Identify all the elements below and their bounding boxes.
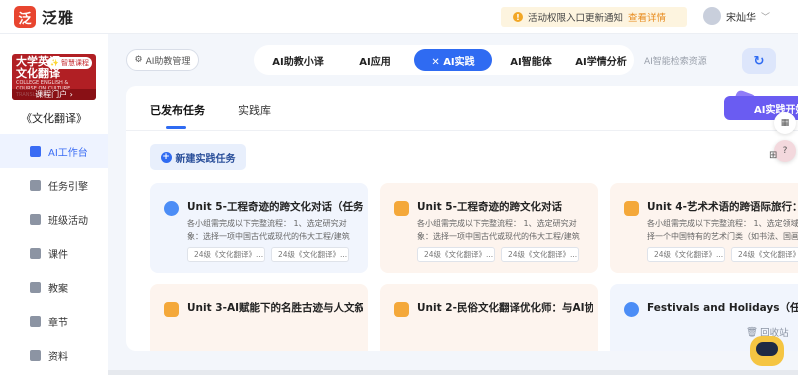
sidebar-item-label: 教案	[48, 283, 68, 295]
app-name: 泛雅	[42, 8, 75, 27]
new-practice-task-button[interactable]: + 新建实践任务	[150, 144, 246, 170]
task-card-title: Unit 2-民俗文化翻译优化师：与AI协...	[417, 302, 593, 314]
ai-workbench-icon	[30, 145, 41, 157]
lesson-plan-icon	[30, 281, 41, 293]
tab-ai-apps[interactable]: AI应用	[340, 49, 410, 71]
notice-text: 活动权限入口更新通知	[528, 13, 624, 24]
search-refresh-icon[interactable]: ↻	[742, 48, 776, 74]
task-card[interactable]: Unit 3-AI赋能下的名胜古迹与人文叙事	[150, 284, 368, 351]
tab-ai-assistant[interactable]: AI助教小译	[260, 49, 336, 71]
sidebar-item-ai-workbench[interactable]: AI工作台	[0, 134, 108, 168]
ai-assistant-manage-button[interactable]: ⚙ AI助教管理	[126, 49, 199, 71]
notice-banner[interactable]: ! 活动权限入口更新通知 查看详情	[501, 7, 687, 27]
task-card[interactable]: Unit 5-工程奇迹的跨文化对话 各小组需完成以下完整流程： 1、选定研究对象…	[380, 183, 598, 273]
apps-icon[interactable]: ▦	[774, 112, 796, 134]
sidebar-item-class-activity[interactable]: 班级活动	[0, 202, 108, 236]
class-tag: 24级《文化翻译》...	[271, 247, 349, 262]
chevron-down-icon: ﹀	[761, 12, 771, 23]
sidebar-item-label: 课件	[48, 249, 68, 261]
sidebar-item-label: AI工作台	[48, 147, 88, 159]
chapters-icon	[30, 315, 41, 327]
class-tag: 24级《文化翻译》...	[731, 247, 798, 262]
course-name: 《文化翻译》	[21, 112, 87, 125]
ai-search-input[interactable]: AI智能检索资源	[640, 49, 740, 71]
info-icon: !	[513, 12, 523, 22]
class-tag: 24级《文化翻译》...	[501, 247, 579, 262]
task-engine-icon	[30, 179, 41, 191]
sidebar-item-label: 章节	[48, 317, 68, 329]
course-portal-link[interactable]: 课程门户 ›	[12, 89, 96, 100]
sidebar-nav: AI工作台 任务引擎 班级活动 课件 教案 章节 资料	[0, 134, 108, 372]
app-logo[interactable]: 泛 泛雅	[14, 6, 74, 28]
chat-icon	[164, 201, 179, 216]
tab-published-tasks[interactable]: 已发布任务	[150, 102, 205, 118]
task-card-title: Festivals and Holidays（任务1）	[647, 302, 798, 314]
sidebar-item-label: 资料	[48, 351, 68, 363]
main-panel: 已发布任务 实践库 + 新建实践任务 Unit 5-工程奇迹的跨文化对话（任务.…	[126, 86, 798, 351]
robot-face	[756, 342, 778, 356]
sidebar-item-chapters[interactable]: 章节	[0, 304, 108, 338]
avatar	[703, 7, 721, 25]
document-icon	[164, 302, 179, 317]
chat-icon	[624, 302, 639, 317]
user-name: 宋灿华	[726, 12, 756, 24]
sidebar-item-task-engine[interactable]: 任务引擎	[0, 168, 108, 202]
class-tag: 24级《文化翻译》...	[417, 247, 495, 262]
task-card-title: Unit 4-艺术术语的跨语际旅行：AI辅...	[647, 201, 798, 213]
settings-icon: ⚙	[134, 55, 143, 65]
task-card-title: Unit 5-工程奇迹的跨文化对话（任务...	[187, 201, 363, 213]
document-icon	[394, 302, 409, 317]
task-card-title: Unit 3-AI赋能下的名胜古迹与人文叙事	[187, 302, 363, 314]
course-cover[interactable]: 大学英语文化翻译 COLLEGE ENGLISH & COURSE ON CUL…	[12, 54, 96, 100]
notice-detail-link[interactable]: 查看详情	[628, 10, 666, 24]
ai-tabs-bar: AI助教小译 AI应用 ✕ AI实践 AI智能体 AI学情分析	[254, 45, 634, 75]
folder-icon	[30, 349, 41, 361]
task-card-desc: 各小组需完成以下完整流程： 1、选定领域：选择一个中国特有的艺术门类（如书法、国…	[647, 219, 798, 241]
document-icon	[624, 201, 639, 216]
divider	[126, 130, 798, 131]
sidebar: 大学英语文化翻译 COLLEGE ENGLISH & COURSE ON CUL…	[0, 34, 108, 375]
task-card[interactable]: Unit 4-艺术术语的跨语际旅行：AI辅... 各小组需完成以下完整流程： 1…	[610, 183, 798, 273]
grid-icon[interactable]: ⊞	[769, 150, 777, 161]
ai-manage-label: AI助教管理	[145, 56, 191, 67]
sidebar-item-lesson-plan[interactable]: 教案	[0, 270, 108, 304]
task-card-desc: 各小组需完成以下完整流程： 1、选定研究对象：选择一项中国古代或现代的伟大工程/…	[187, 219, 350, 241]
tab-practice-library[interactable]: 实践库	[238, 102, 271, 118]
sidebar-item-label: 任务引擎	[48, 181, 88, 193]
task-card-desc: 各小组需完成以下完整流程： 1、选定研究对象：选择一项中国古代或现代的伟大工程/…	[417, 219, 580, 241]
class-activity-icon	[30, 213, 41, 225]
trash-icon: 🗑	[746, 326, 759, 338]
logo-icon: 泛	[14, 6, 36, 28]
class-tag: 24级《文化翻译》...	[187, 247, 265, 262]
courseware-icon	[30, 247, 41, 259]
tab-ai-practice[interactable]: ✕ AI实践	[414, 49, 492, 71]
new-task-label: 新建实践任务	[175, 153, 236, 165]
task-card-title: Unit 5-工程奇迹的跨文化对话	[417, 201, 562, 213]
horizontal-scrollbar[interactable]	[108, 370, 798, 375]
document-icon	[394, 201, 409, 216]
task-card[interactable]: Unit 5-工程奇迹的跨文化对话（任务... 各小组需完成以下完整流程： 1、…	[150, 183, 368, 273]
tab-ai-analytics[interactable]: AI学情分析	[570, 49, 632, 71]
sidebar-item-materials[interactable]: 资料	[0, 338, 108, 372]
smart-course-badge: ✨ 智慧课程	[47, 57, 92, 69]
plus-icon: +	[160, 151, 172, 163]
active-tab-indicator	[166, 126, 186, 129]
task-card[interactable]: Unit 2-民俗文化翻译优化师：与AI协...	[380, 284, 598, 351]
sidebar-item-courseware[interactable]: 课件	[0, 236, 108, 270]
user-menu[interactable]: 宋灿华 ﹀	[703, 7, 770, 25]
sidebar-item-label: 班级活动	[48, 215, 88, 227]
tab-ai-agent[interactable]: AI智能体	[496, 49, 566, 71]
top-bar: 泛 泛雅 ! 活动权限入口更新通知 查看详情 宋灿华 ﹀	[0, 0, 798, 34]
class-tag: 24级《文化翻译》...	[647, 247, 725, 262]
